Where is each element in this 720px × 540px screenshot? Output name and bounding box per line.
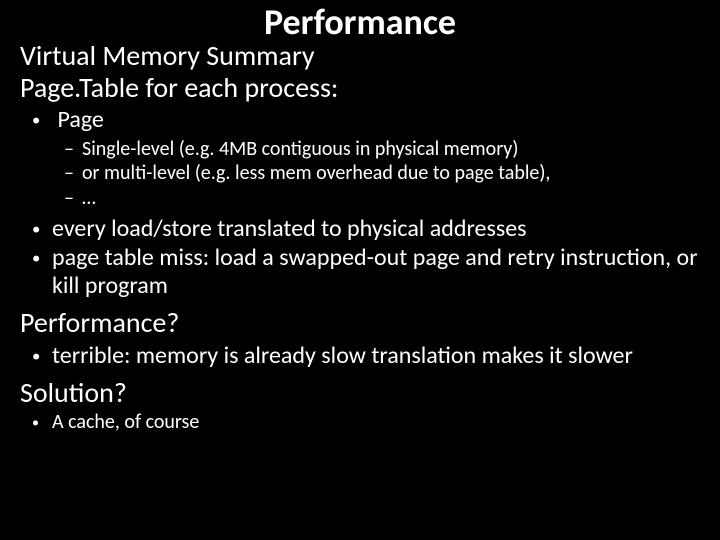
bullet-list-1: Page Single-level (e.g. 4MB contiguous i… xyxy=(20,106,700,299)
bullet-cache: A cache, of course xyxy=(52,411,700,435)
bullet-page-miss: page table miss: load a swapped-out page… xyxy=(52,244,700,299)
sub-bullet-1: Single-level (e.g. 4MB contiguous in phy… xyxy=(82,138,700,162)
slide: Performance Virtual Memory Summary Page.… xyxy=(0,0,720,540)
sub-bullet-3: … xyxy=(82,187,700,211)
bullet-load-store: every load/store translated to physical … xyxy=(52,215,700,243)
bullet-list-sol: A cache, of course xyxy=(20,411,700,435)
bullet-list-perf: terrible: memory is already slow transla… xyxy=(20,342,700,370)
sub-bullet-list: Single-level (e.g. 4MB contiguous in phy… xyxy=(52,138,700,211)
subtitle-line-1: Virtual Memory Summary xyxy=(20,40,700,72)
bullet-page: Page Single-level (e.g. 4MB contiguous i… xyxy=(52,106,700,210)
bullet-terrible: terrible: memory is already slow transla… xyxy=(52,342,700,370)
performance-heading: Performance? xyxy=(20,307,700,339)
bullet-page-text: Page xyxy=(57,105,103,134)
subtitle-line-2: Page.Table for each process: xyxy=(20,72,700,104)
sub-bullet-2: or multi-level (e.g. less mem overhead d… xyxy=(82,162,700,186)
solution-heading: Solution? xyxy=(20,377,700,409)
slide-title: Performance xyxy=(20,4,700,42)
